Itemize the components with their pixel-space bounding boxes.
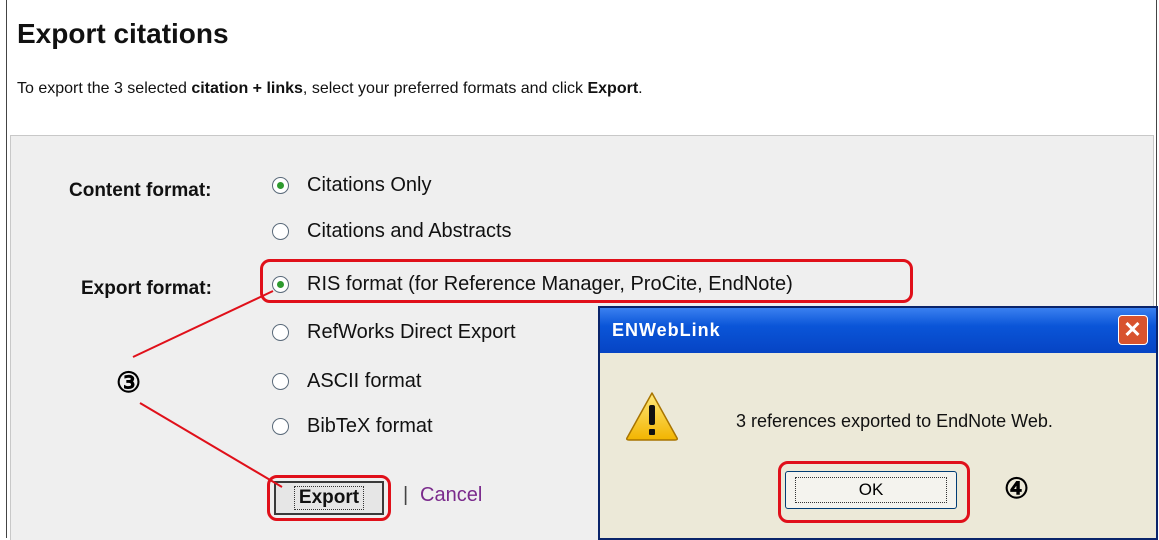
highlight-ok-button xyxy=(778,461,970,523)
callout-line-to-export xyxy=(139,402,283,488)
step4-marker: ④ xyxy=(1004,473,1030,504)
callout-line-to-ris xyxy=(132,290,274,358)
dialog-title: ENWebLink xyxy=(612,320,721,340)
warning-icon xyxy=(624,390,680,447)
dialog-message: 3 references exported to EndNote Web. xyxy=(736,411,1053,431)
close-icon[interactable]: ✕ xyxy=(1118,315,1148,345)
dialog-titlebar: ENWebLink ✕ xyxy=(600,308,1156,353)
step3-marker: ③ xyxy=(116,367,142,398)
